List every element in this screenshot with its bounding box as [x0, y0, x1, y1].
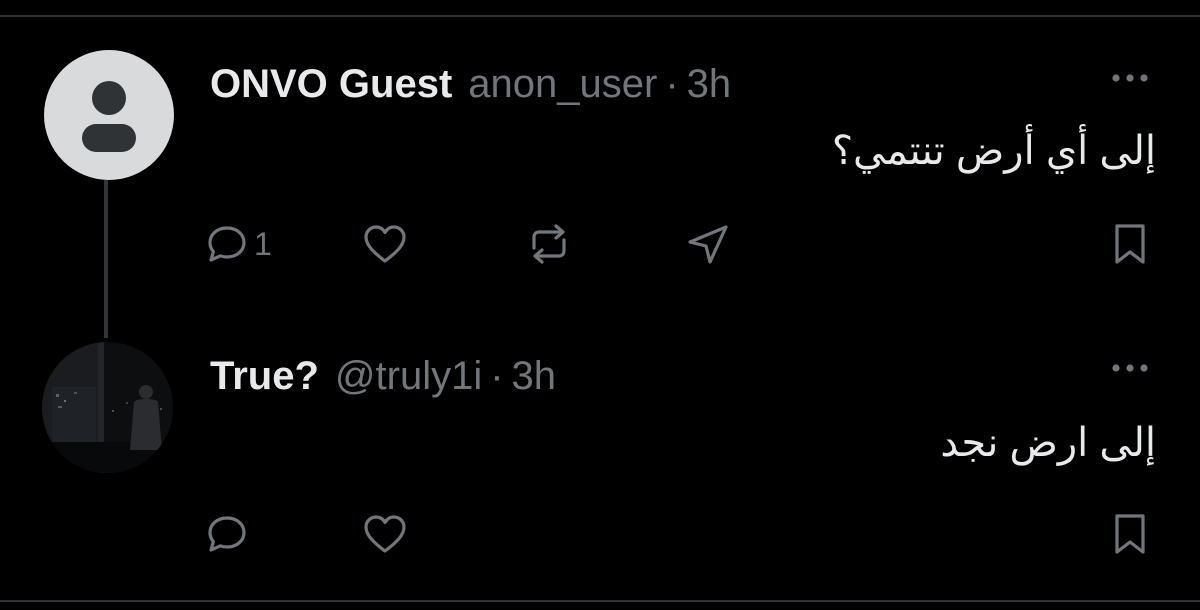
like-button[interactable]	[362, 223, 408, 265]
like-button[interactable]	[362, 513, 408, 555]
separator-dot: ·	[665, 62, 679, 106]
repost-button[interactable]	[526, 222, 572, 266]
share-icon	[688, 225, 728, 264]
like-icon	[364, 515, 406, 553]
post-time[interactable]: 3h	[687, 62, 732, 107]
post-header: True? @truly1i · 3h	[210, 354, 556, 399]
repost-icon	[532, 224, 566, 264]
bookmark-button[interactable]	[1112, 512, 1148, 556]
post-text: إلى أي أرض تنتمي؟	[831, 129, 1156, 173]
bookmark-button[interactable]	[1112, 222, 1148, 266]
display-name[interactable]: True?	[210, 354, 319, 399]
like-icon	[364, 225, 406, 263]
post-header: ONVO Guest anon_user · 3h	[210, 62, 731, 107]
user-handle[interactable]: @truly1i	[335, 354, 482, 399]
more-options-icon[interactable]	[1108, 361, 1152, 375]
reply-button[interactable]	[206, 514, 248, 554]
post-time[interactable]: 3h	[512, 354, 557, 399]
bookmark-icon	[1115, 224, 1145, 264]
bookmark-icon	[1115, 514, 1145, 554]
default-avatar-icon[interactable]	[44, 50, 174, 180]
reply-count: 1	[254, 225, 272, 262]
more-options-icon[interactable]	[1108, 71, 1152, 85]
post-text: إلى ارض نجد	[940, 421, 1156, 465]
user-handle[interactable]: anon_user	[468, 62, 657, 107]
reply-icon	[208, 226, 246, 262]
separator-dot: ·	[490, 354, 504, 398]
reply-button[interactable]: 1	[206, 224, 272, 264]
thread-connector-line	[104, 180, 108, 338]
display-name[interactable]: ONVO Guest	[210, 62, 452, 107]
profile-photo[interactable]	[42, 342, 173, 473]
top-divider	[0, 15, 1200, 17]
share-button[interactable]	[686, 222, 730, 266]
reply-icon	[208, 516, 246, 552]
bottom-divider	[0, 600, 1200, 602]
